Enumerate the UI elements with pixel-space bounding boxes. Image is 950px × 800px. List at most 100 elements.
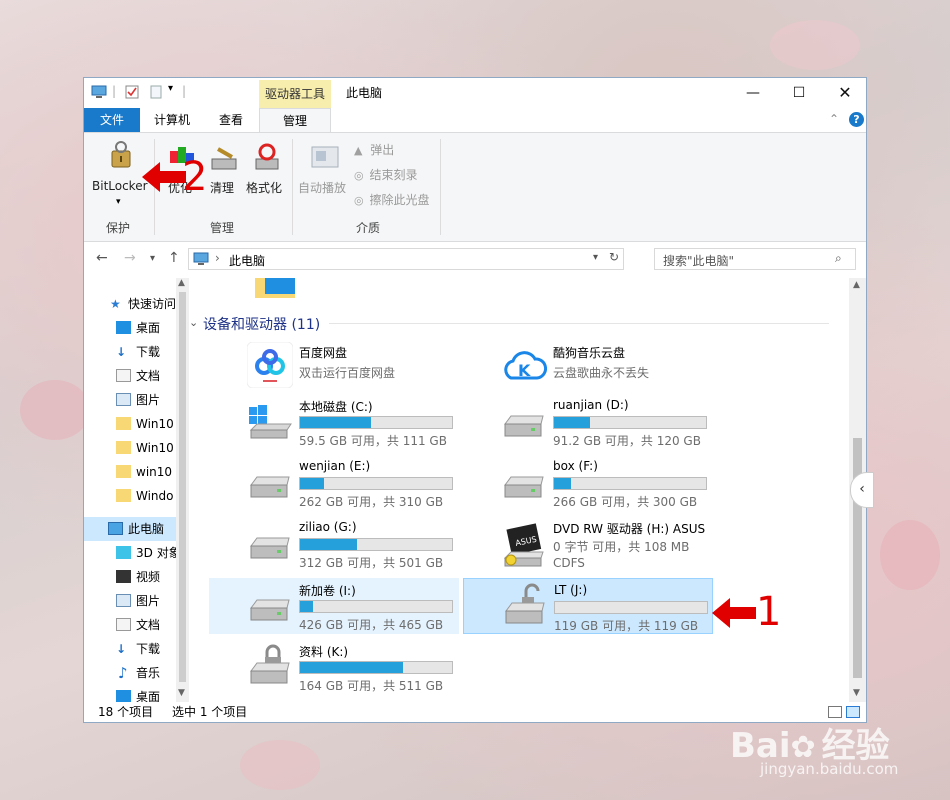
nav-item-pictures[interactable]: 图片 bbox=[84, 388, 188, 412]
nav-item-documents[interactable]: 文档 bbox=[84, 364, 188, 388]
drive-tile-h-dvd[interactable]: ASUS DVD RW 驱动器 (H:) ASUS 0 字节 可用，共 108 … bbox=[463, 516, 713, 576]
scroll-up-icon[interactable]: ▲ bbox=[178, 278, 185, 288]
tab-view[interactable]: 查看 bbox=[204, 108, 258, 132]
hard-drive-icon bbox=[250, 476, 290, 498]
drive-tools-context-tab: 驱动器工具 bbox=[259, 80, 331, 108]
breadcrumb-path[interactable]: 此电脑 bbox=[229, 252, 265, 269]
nav-item-desktop[interactable]: 桌面 bbox=[84, 685, 188, 702]
drive-tile-kugou[interactable]: K 酷狗音乐云盘 云盘歌曲永不丢失 bbox=[463, 340, 713, 396]
search-input[interactable]: 搜索"此电脑" ⌕ bbox=[654, 248, 856, 270]
drive-tile-f[interactable]: box (F:) 266 GB 可用，共 300 GB bbox=[463, 455, 713, 511]
drive-tile-baidu-netdisk[interactable]: 百度网盘 双击运行百度网盘 bbox=[209, 340, 459, 396]
nav-scrollbar[interactable]: ▲ ▼ bbox=[176, 278, 189, 702]
watermark-url: jingyan.baidu.com bbox=[760, 760, 899, 778]
drive-tile-c[interactable]: 本地磁盘 (C:) 59.5 GB 可用，共 111 GB bbox=[209, 394, 459, 450]
properties-icon[interactable] bbox=[124, 84, 140, 100]
nav-item-folder[interactable]: Win10 bbox=[84, 436, 188, 460]
disc-icon: ◎ bbox=[354, 194, 364, 207]
back-arrow-icon[interactable]: ← bbox=[96, 250, 108, 266]
refresh-icon[interactable]: ↻ bbox=[609, 250, 619, 264]
hard-drive-icon bbox=[504, 415, 544, 437]
tab-manage[interactable]: 管理 bbox=[259, 108, 331, 133]
drive-usage-bar bbox=[299, 661, 453, 674]
nav-item-quick-access[interactable]: ★ 快速访问 bbox=[84, 292, 188, 316]
tab-file[interactable]: 文件 bbox=[84, 108, 140, 132]
nav-scroll-thumb[interactable] bbox=[179, 292, 186, 682]
svg-text:K: K bbox=[518, 361, 531, 380]
close-button[interactable]: ✕ bbox=[822, 78, 868, 108]
drive-tile-i[interactable]: 新加卷 (I:) 426 GB 可用，共 465 GB bbox=[209, 578, 459, 634]
nav-item-downloads[interactable]: ↓ 下载 bbox=[84, 637, 188, 661]
up-arrow-icon[interactable]: ↑ bbox=[168, 250, 180, 266]
desktop-icon bbox=[265, 278, 295, 294]
drive-usage-fill bbox=[300, 662, 403, 673]
star-icon: ★ bbox=[110, 297, 121, 311]
hard-drive-icon bbox=[250, 537, 290, 559]
address-row: ← → ▾ ↑ › 此电脑 ▾ ↻ 搜索"此电脑" ⌕ bbox=[84, 242, 866, 278]
scroll-down-icon[interactable]: ▼ bbox=[178, 688, 185, 698]
ribbon-separator bbox=[440, 139, 441, 235]
side-panel-toggle[interactable]: ‹ bbox=[850, 472, 874, 508]
nav-item-folder[interactable]: win10 bbox=[84, 460, 188, 484]
recent-dropdown-icon[interactable]: ▾ bbox=[150, 253, 155, 264]
collapse-ribbon-icon[interactable]: ⌃ bbox=[829, 112, 839, 126]
scroll-down-icon[interactable]: ▼ bbox=[853, 688, 860, 698]
nav-item-desktop[interactable]: 桌面 bbox=[84, 316, 188, 340]
drive-tile-e[interactable]: wenjian (E:) 262 GB 可用，共 310 GB bbox=[209, 455, 459, 511]
address-bar[interactable]: › 此电脑 ▾ ↻ bbox=[188, 248, 624, 270]
drive-usage-fill bbox=[554, 478, 571, 489]
drive-tile-k[interactable]: 资料 (K:) 164 GB 可用，共 511 GB bbox=[209, 639, 459, 695]
autoplay-icon bbox=[311, 146, 339, 168]
qa-dropdown-icon[interactable]: ▾ bbox=[168, 83, 173, 94]
folder-icon bbox=[116, 489, 131, 502]
tiles-view-icon[interactable] bbox=[846, 706, 860, 718]
nav-item-documents[interactable]: 文档 bbox=[84, 613, 188, 637]
collapse-group-icon[interactable]: ⌄ bbox=[189, 316, 198, 329]
nav-item-downloads[interactable]: ↓ 下载 bbox=[84, 340, 188, 364]
nav-item-folder[interactable]: Win10 bbox=[84, 412, 188, 436]
cleanup-button[interactable]: 清理 bbox=[206, 137, 242, 217]
nav-item-music[interactable]: ♪ 音乐 bbox=[84, 661, 188, 685]
eject-button[interactable]: ▲ 弹出 bbox=[354, 141, 394, 161]
nav-item-videos[interactable]: 视频 bbox=[84, 565, 188, 589]
help-icon[interactable]: ? bbox=[849, 112, 864, 127]
finish-burn-button[interactable]: ◎ 结束刻录 bbox=[354, 166, 417, 186]
qa-separator: | bbox=[112, 84, 117, 98]
drive-usage-fill bbox=[300, 478, 324, 489]
download-icon: ↓ bbox=[116, 345, 127, 359]
group-header[interactable]: 设备和驱动器 (11) bbox=[203, 314, 320, 334]
autoplay-button[interactable]: 自动播放 bbox=[296, 137, 352, 217]
drive-tile-j[interactable]: LT (J:) 119 GB 可用，共 119 GB bbox=[463, 578, 713, 634]
scroll-up-icon[interactable]: ▲ bbox=[853, 280, 860, 290]
erase-disc-button[interactable]: ◎ 擦除此光盘 bbox=[354, 191, 429, 211]
folder-icon bbox=[116, 417, 131, 430]
details-view-icon[interactable] bbox=[828, 706, 842, 718]
new-folder-icon[interactable] bbox=[148, 84, 164, 100]
video-icon bbox=[116, 570, 131, 583]
tab-computer[interactable]: 计算机 bbox=[142, 108, 202, 132]
nav-item-3d-objects[interactable]: 3D 对象 bbox=[84, 541, 188, 565]
nav-item-folder[interactable]: Windo bbox=[84, 484, 188, 508]
address-dropdown-icon[interactable]: ▾ bbox=[593, 252, 598, 263]
baidu-netdisk-icon bbox=[247, 342, 293, 388]
disc-icon: ◎ bbox=[354, 169, 364, 182]
hard-drive-icon bbox=[250, 599, 290, 621]
forward-arrow-icon[interactable]: → bbox=[124, 250, 136, 266]
minimize-button[interactable]: — bbox=[730, 78, 776, 108]
drive-tile-d[interactable]: ruanjian (D:) 91.2 GB 可用，共 120 GB bbox=[463, 394, 713, 450]
title-bar: | ▾ | 驱动器工具 此电脑 — ☐ ✕ bbox=[84, 78, 866, 108]
ribbon-separator bbox=[292, 139, 293, 235]
maximize-button[interactable]: ☐ bbox=[776, 78, 822, 108]
locked-drive-icon bbox=[250, 644, 290, 684]
folder-icon[interactable] bbox=[255, 278, 295, 298]
nav-item-this-pc[interactable]: 此电脑 bbox=[84, 517, 188, 541]
search-icon: ⌕ bbox=[835, 251, 842, 265]
format-button[interactable]: 格式化 bbox=[242, 137, 286, 217]
group-protect-label: 保护 bbox=[106, 221, 131, 235]
navigation-pane: ★ 快速访问 桌面 ↓ 下载 文档 图片 Win10 Win10 win10 W… bbox=[84, 278, 188, 702]
computer-icon bbox=[108, 522, 123, 535]
drive-tile-g[interactable]: ziliao (G:) 312 GB 可用，共 501 GB bbox=[209, 516, 459, 572]
cube-icon bbox=[116, 546, 131, 559]
nav-item-pictures[interactable]: 图片 bbox=[84, 589, 188, 613]
annotation-label: 1 bbox=[756, 589, 782, 635]
